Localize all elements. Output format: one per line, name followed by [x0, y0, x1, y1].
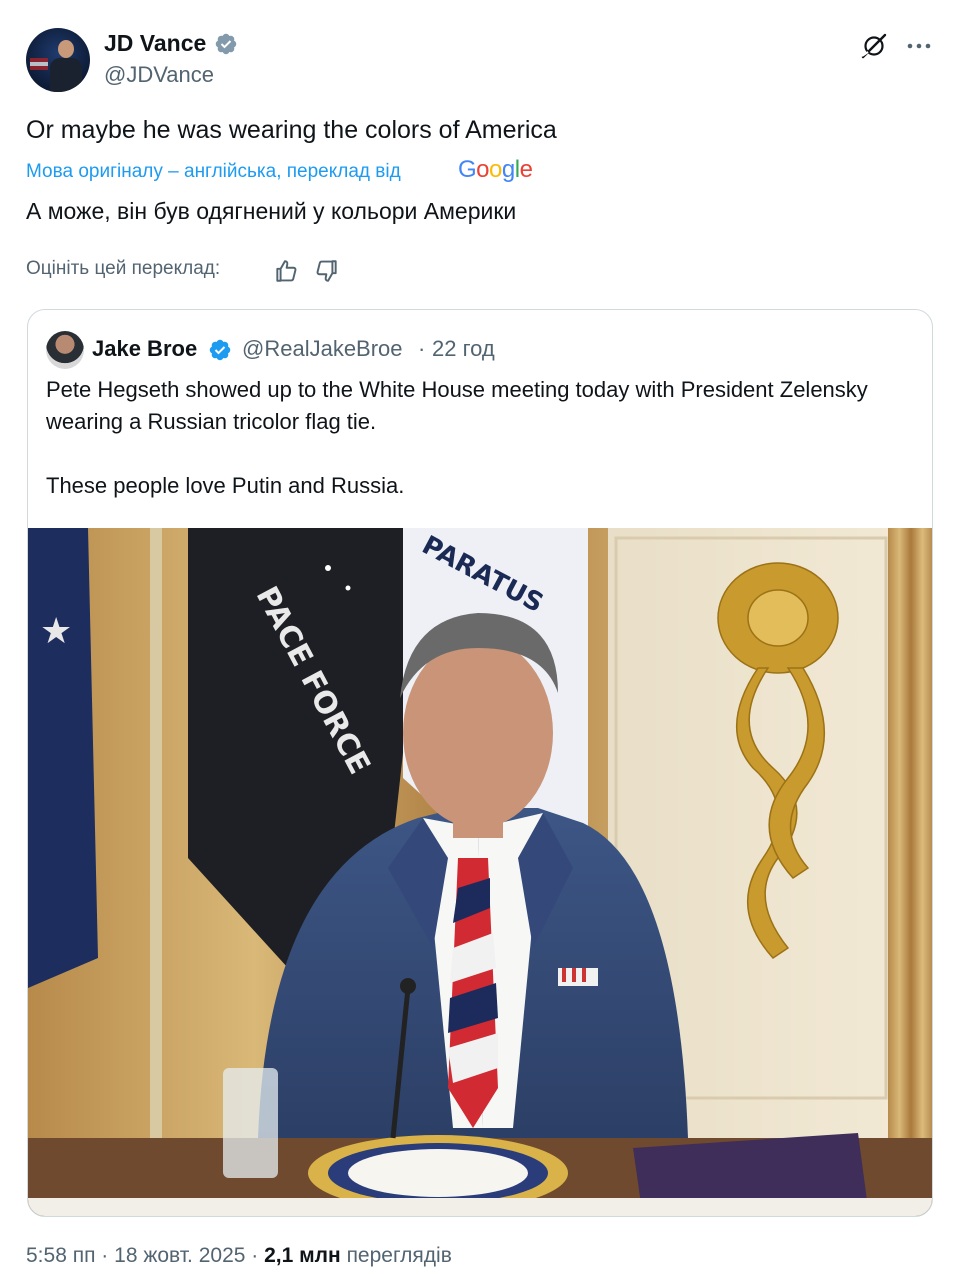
author-avatar[interactable] [26, 28, 90, 92]
tweet-time[interactable]: 5:58 пп [26, 1244, 95, 1267]
quote-text: Pete Hegseth showed up to the White Hous… [46, 374, 906, 502]
quote-timestamp[interactable]: 22 год [432, 336, 495, 362]
more-icon[interactable] [905, 32, 933, 60]
views-count: 2,1 млн [264, 1244, 341, 1267]
tweet-text: Or maybe he was wearing the colors of Am… [26, 116, 557, 144]
quote-author-avatar[interactable] [46, 331, 84, 369]
quote-author-handle[interactable]: @RealJakeBroe [242, 336, 403, 362]
thumb-up-icon[interactable] [273, 258, 299, 284]
svg-text:★: ★ [40, 611, 72, 652]
tweet-meta: 5:58 пп · 18 жовт. 2025 · 2,1 млн перегл… [26, 1244, 452, 1268]
tweet-date[interactable]: 18 жовт. 2025 [114, 1244, 245, 1267]
author-name[interactable]: JD Vance [104, 30, 206, 57]
author-handle[interactable]: @JDVance [104, 62, 214, 88]
separator-dot: · [418, 336, 426, 361]
thumb-down-icon[interactable] [314, 258, 340, 284]
quote-author-name[interactable]: Jake Broe [92, 336, 197, 362]
separator-dot: · [251, 1244, 259, 1267]
translation-note[interactable]: Мова оригіналу – англійська, переклад ві… [26, 161, 401, 183]
views-label: переглядів [346, 1244, 452, 1267]
rate-translation-label: Оцініть цей переклад: [26, 258, 221, 279]
quote-photo[interactable]: ★ PACE FORCE PARATUS [28, 528, 932, 1216]
grok-icon[interactable] [860, 32, 888, 60]
verified-badge-icon [215, 33, 237, 55]
translated-text: А може, він був одягнений у кольори Амер… [26, 198, 517, 224]
photo-illustration: ★ PACE FORCE PARATUS [28, 528, 932, 1216]
quoted-tweet[interactable]: Jake Broe @RealJakeBroe · 22 год Pete He… [27, 309, 933, 1217]
quote-text-paragraph: These people love Putin and Russia. [46, 473, 405, 498]
tweet: JD Vance @JDVance Or maybe he was wearin… [0, 0, 958, 1274]
quote-text-paragraph: Pete Hegseth showed up to the White Hous… [46, 377, 868, 434]
verified-badge-icon [209, 339, 231, 361]
separator-dot: · [101, 1244, 109, 1267]
google-logo: Google [458, 156, 533, 183]
